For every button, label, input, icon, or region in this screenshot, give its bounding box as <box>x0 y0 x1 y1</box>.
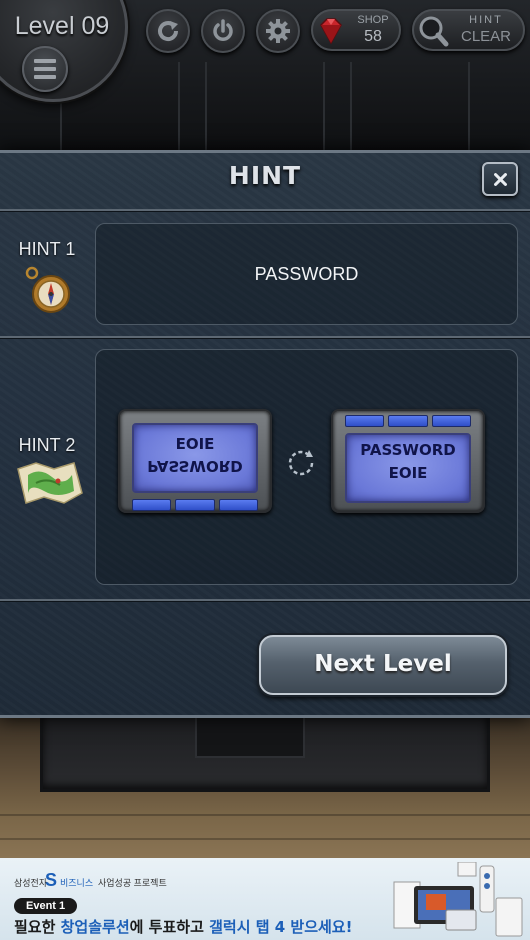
keypad <box>345 415 471 427</box>
divider <box>0 599 530 601</box>
hint2-label: HINT 2 <box>18 435 76 455</box>
floor-tile-line <box>0 838 530 840</box>
door-inner-panel <box>195 718 305 758</box>
ad-banner[interactable]: 삼성전자 S 비즈니스 사업성공 프로젝트 Event 1 필요한 창업솔루션에… <box>0 858 530 940</box>
shop-button[interactable]: SHOP 58 <box>311 9 401 51</box>
menu-icon <box>34 59 56 63</box>
hint-clear-label: CLEAR <box>460 28 512 45</box>
divider <box>0 209 530 211</box>
ad-s-logo: S <box>45 870 58 890</box>
hint1-text: PASSWORD <box>254 264 359 284</box>
screen-text-flipped: EOIE <box>388 463 428 481</box>
power-button[interactable] <box>201 9 245 53</box>
power-icon <box>213 19 233 41</box>
hint1-label: HINT 1 <box>18 239 76 259</box>
settings-button[interactable] <box>256 9 300 53</box>
hint-dialog: HINT HINT 1 PASSWORD HINT 2 EOIE PASSWOR… <box>0 150 530 718</box>
gear-icon <box>266 19 290 43</box>
ad-business: 비즈니스 <box>60 878 94 888</box>
hint1-box: PASSWORD <box>95 223 518 325</box>
level-label: Level 09 <box>14 12 110 40</box>
restart-button[interactable] <box>146 9 190 53</box>
ad-brand: 삼성전자 <box>14 878 48 888</box>
ad-event-badge: Event 1 <box>14 898 78 914</box>
compass-icon <box>25 266 70 313</box>
screen-text-flipped: PASSWORD <box>147 457 243 475</box>
background-floor <box>0 718 530 858</box>
rotate-icon <box>288 450 314 476</box>
magnifier-icon <box>419 16 449 47</box>
refresh-icon <box>158 21 179 41</box>
monitor-after: PASSWORD EOIE <box>331 409 485 513</box>
gem-count: 58 <box>364 28 382 45</box>
next-level-button[interactable]: Next Level <box>259 635 507 695</box>
close-button[interactable] <box>482 162 518 196</box>
wall-panel <box>205 62 325 150</box>
hint-label: HINT <box>469 14 503 26</box>
menu-button[interactable] <box>22 46 68 92</box>
dialog-title: HINT <box>228 161 302 190</box>
map-icon <box>17 462 83 504</box>
monitor-screen: EOIE PASSWORD <box>132 423 258 493</box>
screen-text: PASSWORD <box>360 441 456 459</box>
ad-headline: 필요한 창업솔루션에 투표하고 갤럭시 탭 4 받으세요! <box>14 918 353 936</box>
divider <box>0 336 530 338</box>
floor-tile-line <box>0 814 530 816</box>
monitor-screen: PASSWORD EOIE <box>345 433 471 503</box>
hint-clear-button[interactable]: HINT CLEAR <box>412 9 525 51</box>
shop-label: SHOP <box>357 14 389 26</box>
next-level-label: Next Level <box>314 651 452 677</box>
ad-project: 사업성공 프로젝트 <box>98 878 167 888</box>
screen-text: EOIE <box>175 435 215 453</box>
gem-icon <box>320 18 342 45</box>
monitor-before: EOIE PASSWORD <box>118 409 272 513</box>
keypad <box>132 499 258 511</box>
wall-panel <box>350 62 470 150</box>
ad-product-image <box>393 862 523 937</box>
